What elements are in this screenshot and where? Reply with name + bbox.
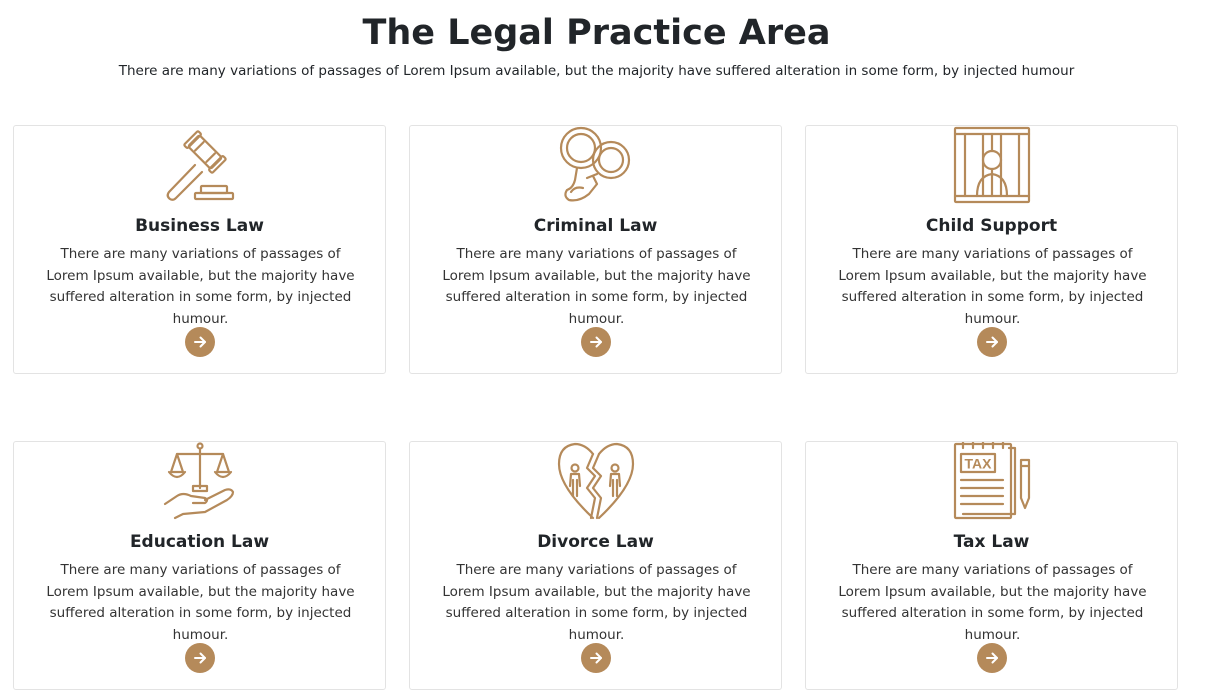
practice-card-education-law: Education Law There are many variations … (13, 441, 386, 690)
card-title: Tax Law (953, 532, 1030, 552)
arrow-right-icon (986, 336, 998, 348)
tax-document-icon: TAX (953, 442, 1031, 520)
card-title: Child Support (925, 216, 1058, 236)
arrow-right-icon (590, 336, 602, 348)
tax-icon-label: TAX (965, 456, 993, 472)
practice-card-child-support: Child Support There are many variations … (805, 125, 1178, 374)
card-title: Education Law (129, 532, 270, 552)
card-arrow-button[interactable] (977, 643, 1007, 673)
gavel-icon (161, 126, 239, 204)
card-title: Business Law (135, 216, 264, 236)
card-title: Criminal Law (533, 216, 658, 236)
arrow-right-icon (986, 652, 998, 664)
card-arrow-button[interactable] (977, 327, 1007, 357)
card-arrow-button[interactable] (581, 327, 611, 357)
scales-in-hand-icon (161, 442, 239, 520)
practice-card-divorce-law: Divorce Law There are many variations of… (409, 441, 782, 690)
card-description: There are many variations of passages of… (442, 562, 751, 643)
card-description: There are many variations of passages of… (838, 562, 1147, 643)
practice-card-business-law: Business Law There are many variations o… (13, 125, 386, 374)
card-description: There are many variations of passages of… (442, 246, 751, 327)
section-title: The Legal Practice Area (362, 13, 831, 53)
card-description: There are many variations of passages of… (46, 246, 355, 327)
practice-card-criminal-law: Criminal Law There are many variations o… (409, 125, 782, 374)
card-arrow-button[interactable] (185, 327, 215, 357)
card-description: There are many variations of passages of… (838, 246, 1147, 327)
arrow-right-icon (194, 652, 206, 664)
practice-card-tax-law: TAX Tax Law There are many variations of… (805, 441, 1178, 690)
arrow-right-icon (590, 652, 602, 664)
card-title: Divorce Law (537, 532, 654, 552)
broken-heart-icon (557, 442, 635, 520)
card-arrow-button[interactable] (185, 643, 215, 673)
handcuffs-icon (557, 126, 635, 204)
card-arrow-button[interactable] (581, 643, 611, 673)
arrow-right-icon (194, 336, 206, 348)
card-description: There are many variations of passages of… (46, 562, 355, 643)
prison-bars-icon (953, 126, 1031, 204)
section-subtitle: There are many variations of passages of… (118, 63, 1075, 79)
